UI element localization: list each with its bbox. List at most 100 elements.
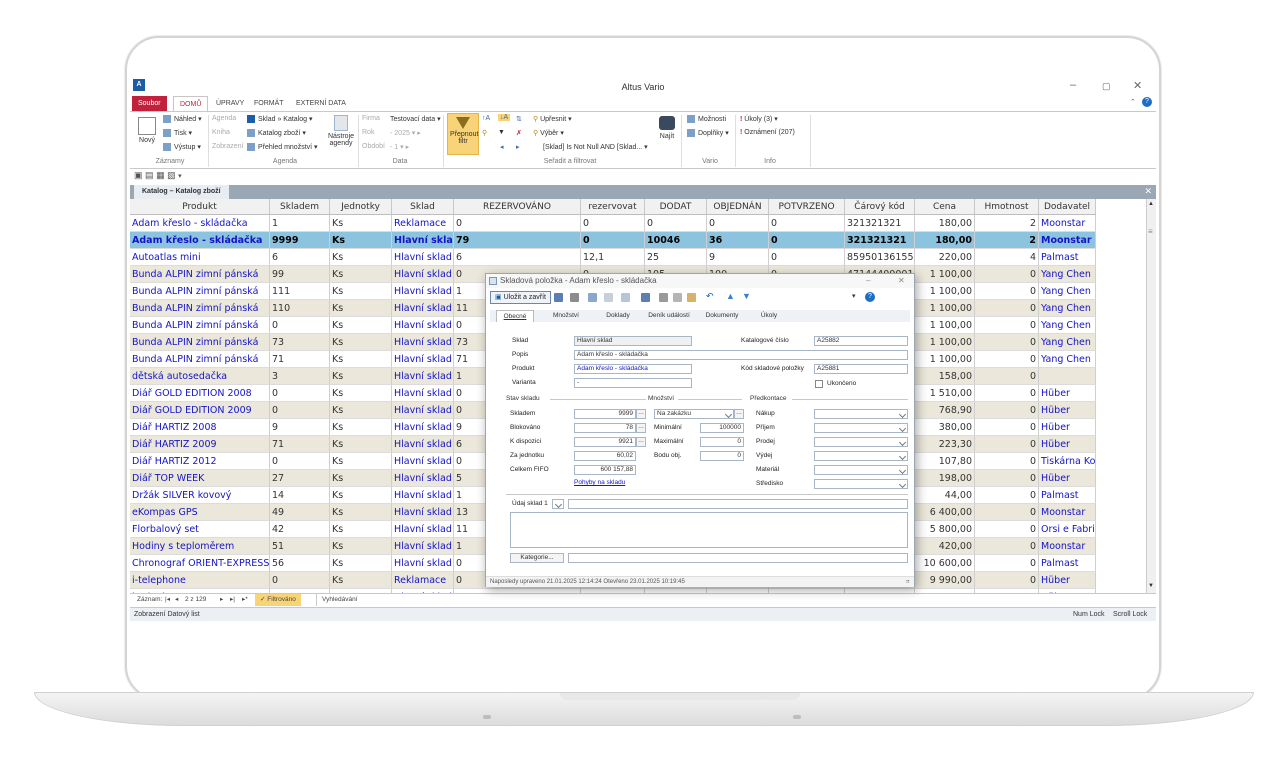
preview-button[interactable]: Náhled ▾	[163, 115, 202, 124]
find-button[interactable]: Najít	[655, 116, 679, 140]
table-cell[interactable]: Reklamace	[392, 215, 454, 232]
table-cell[interactable]: Ks	[330, 572, 392, 589]
table-cell[interactable]: 9 990,00	[915, 572, 975, 589]
table-cell[interactable]: Yang Chen	[1039, 300, 1096, 317]
table-cell[interactable]: Diář HARTIZ 2008	[130, 419, 270, 436]
sklad-katalog-dropdown[interactable]: Sklad » Katalog ▾	[247, 115, 313, 124]
table-cell[interactable]: 180,00	[915, 232, 975, 249]
table-cell[interactable]: Hüber	[1039, 419, 1096, 436]
table-cell[interactable]: 5 800,00	[915, 521, 975, 538]
tab-soubor[interactable]: Soubor	[132, 96, 167, 111]
toggle-filter-button[interactable]: Přepnout filtr	[447, 113, 479, 155]
table-cell[interactable]: 0	[769, 215, 845, 232]
notifications-button[interactable]: ! Oznámení (207)	[740, 129, 795, 136]
table-cell[interactable]: Reklamace	[392, 572, 454, 589]
table-cell[interactable]: 0	[975, 538, 1039, 555]
table-cell[interactable]: Hlavní sklad	[392, 538, 454, 555]
table-cell[interactable]: Yang Chen	[1039, 266, 1096, 283]
table-cell[interactable]: dětská autosedačka	[130, 368, 270, 385]
table-cell[interactable]: Hlavní sklad	[392, 504, 454, 521]
table-cell[interactable]: 0	[454, 215, 581, 232]
resize-grip-icon[interactable]: ⠶	[906, 577, 910, 588]
pohyby-na-skladu-link[interactable]: Pohyby na skladu	[574, 479, 625, 486]
table-cell[interactable]: Bunda ALPIN zimní pánská	[130, 351, 270, 368]
document-tab[interactable]: Katalog – Katalog zboží	[134, 185, 229, 199]
column-header[interactable]: Čárový kód	[845, 199, 915, 215]
ukonceno-checkbox[interactable]	[815, 380, 823, 388]
column-header[interactable]: Produkt	[130, 199, 270, 215]
table-cell[interactable]: Diář TOP WEEK	[130, 470, 270, 487]
save-icon[interactable]	[554, 293, 563, 302]
table-cell[interactable]: Hlavní sklad	[392, 334, 454, 351]
restore-icon[interactable]: ▢	[1102, 81, 1111, 92]
table-cell[interactable]: Ks	[330, 504, 392, 521]
table-cell[interactable]: 25	[645, 249, 707, 266]
sort-clear-icon[interactable]: ⇅	[516, 115, 522, 123]
column-header[interactable]: Hmotnost	[975, 199, 1039, 215]
table-cell[interactable]: 321321321	[845, 215, 915, 232]
dialog-help-icon[interactable]: ?	[865, 292, 875, 302]
table-cell[interactable]: 223,30	[915, 436, 975, 453]
varianta-field[interactable]: -	[574, 378, 692, 388]
table-cell[interactable]: Hlavní sklad	[392, 436, 454, 453]
sort-descending-icon[interactable]: ↓A	[498, 114, 511, 121]
column-header[interactable]: Dodavatel	[1039, 199, 1096, 215]
table-cell[interactable]: 768,90	[915, 402, 975, 419]
prehled-mnozstvi-dropdown[interactable]: Přehled množství ▾	[247, 143, 318, 152]
maximalni-field[interactable]: 0	[700, 437, 744, 447]
table-cell[interactable]: 180,00	[915, 215, 975, 232]
vertical-scrollbar[interactable]: ▲ ≡ ▼	[1146, 199, 1156, 593]
kod-skladove-polozky-field[interactable]: A25881	[814, 364, 908, 374]
table-cell[interactable]: 0	[581, 215, 645, 232]
options-button[interactable]: Možnosti	[687, 115, 726, 123]
tab-obecne[interactable]: Obecné	[496, 310, 534, 322]
table-cell[interactable]: 158,00	[915, 368, 975, 385]
table-cell[interactable]: 14	[270, 487, 330, 504]
table-cell[interactable]: 0	[769, 232, 845, 249]
table-cell[interactable]: 1 100,00	[915, 334, 975, 351]
table-cell[interactable]: 0	[975, 334, 1039, 351]
table-cell[interactable]: 0	[975, 351, 1039, 368]
table-cell[interactable]: 0	[975, 555, 1039, 572]
tab-mnozstvi[interactable]: Množství	[546, 310, 586, 322]
table-cell[interactable]: Ks	[330, 555, 392, 572]
table-cell[interactable]: 321321321	[845, 232, 915, 249]
dialog-close-icon[interactable]: ✕	[898, 274, 905, 288]
table-cell[interactable]: Diář HARTIZ 2009	[130, 436, 270, 453]
table-cell[interactable]: 0	[975, 470, 1039, 487]
scroll-thumb[interactable]: ≡	[1148, 227, 1153, 236]
table-cell[interactable]: Hlavní sklad	[392, 402, 454, 419]
tasks-button[interactable]: ! Úkoly (3) ▾	[740, 115, 778, 123]
table-cell[interactable]: Hlavní sklad	[392, 249, 454, 266]
dialog-minimize-icon[interactable]: –	[866, 274, 870, 288]
table-cell[interactable]: 0	[975, 572, 1039, 589]
table-cell[interactable]: Moonstar	[1039, 232, 1096, 249]
scroll-up-icon[interactable]: ▲	[1148, 201, 1154, 207]
table-cell[interactable]: Diář GOLD EDITION 2009	[130, 402, 270, 419]
tab-format[interactable]: FORMÁT	[248, 96, 290, 111]
minimize-icon[interactable]: –	[1070, 79, 1076, 91]
table-cell[interactable]: Yang Chen	[1039, 283, 1096, 300]
column-header[interactable]: REZERVOVÁNO	[454, 199, 581, 215]
column-header[interactable]: Cena	[915, 199, 975, 215]
table-cell[interactable]: 6	[454, 249, 581, 266]
table-cell[interactable]: Yang Chen	[1039, 317, 1096, 334]
table-cell[interactable]: 73	[270, 334, 330, 351]
upresnit-button[interactable]: ⚲ Upřesnit ▾	[533, 115, 572, 123]
scroll-down-icon[interactable]: ▼	[1148, 583, 1154, 589]
table-cell[interactable]: Ks	[330, 402, 392, 419]
table-cell[interactable]: Ks	[330, 334, 392, 351]
table-cell[interactable]: 10 600,00	[915, 555, 975, 572]
table-cell[interactable]: 56	[270, 555, 330, 572]
tab-externi-data[interactable]: EXTERNÍ DATA	[290, 96, 352, 111]
table-cell[interactable]: Držák SILVER kovový	[130, 487, 270, 504]
table-cell[interactable]: 8595013615577	[845, 249, 915, 266]
close-document-icon[interactable]: ✕	[1144, 186, 1152, 197]
print-icon[interactable]	[570, 293, 579, 302]
table-cell[interactable]: Yang Chen	[1039, 351, 1096, 368]
table-cell[interactable]: Ks	[330, 368, 392, 385]
qat-icon-2[interactable]: ▤	[145, 170, 154, 180]
table-cell[interactable]: Hlavní sklad	[392, 453, 454, 470]
table-cell[interactable]: 0	[581, 232, 645, 249]
kategorie-field[interactable]	[568, 553, 908, 563]
